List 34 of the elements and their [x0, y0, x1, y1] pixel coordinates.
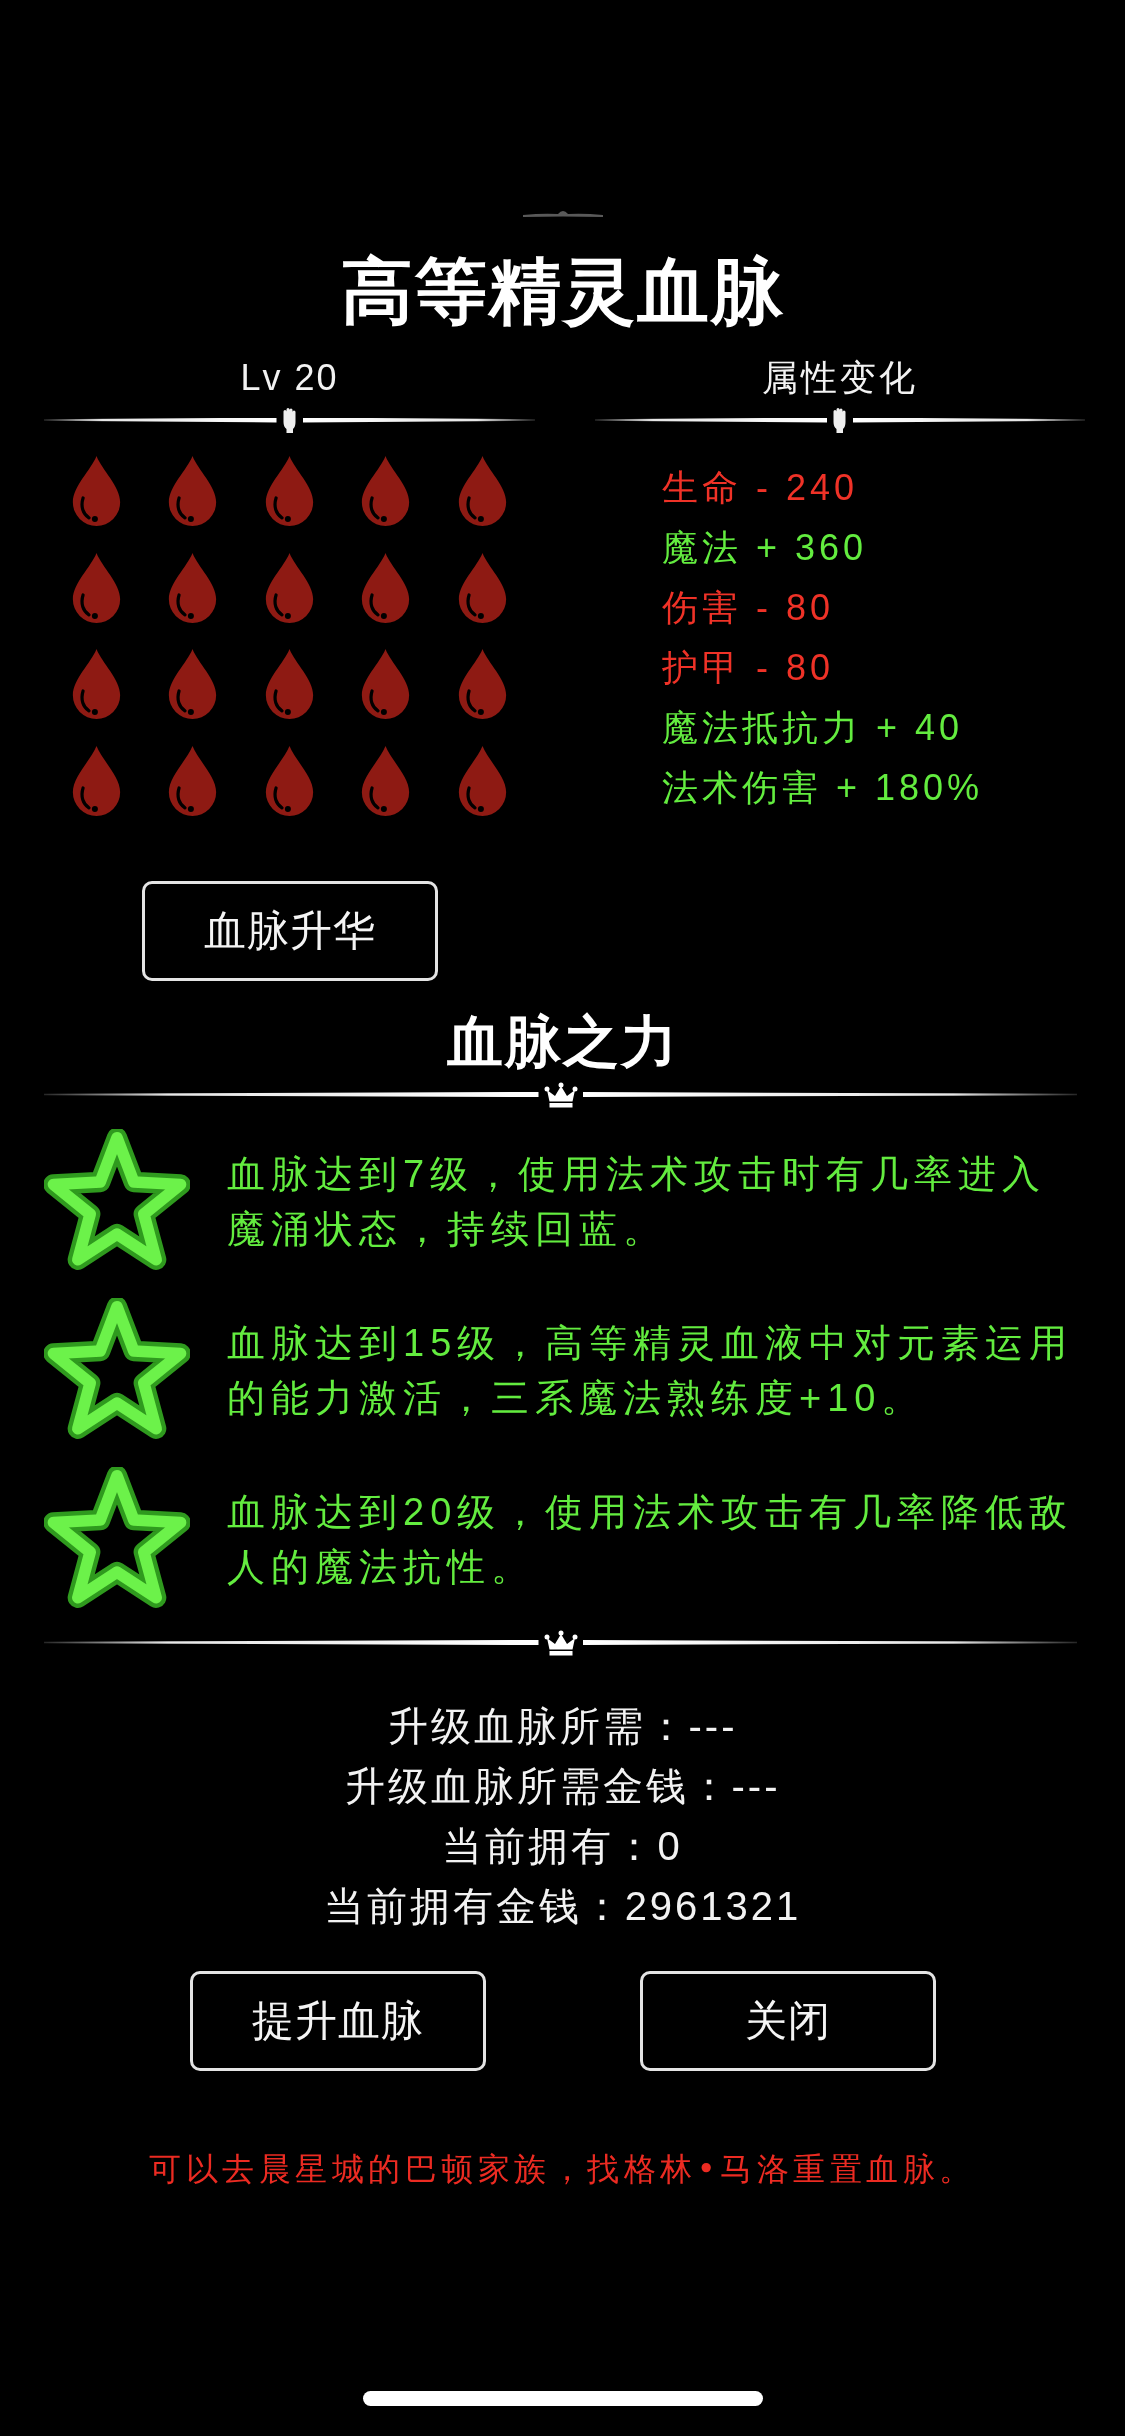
- upgrade-button[interactable]: 提升血脉: [189, 1970, 486, 2071]
- crown-icon: [543, 1081, 578, 1108]
- attributes-heading: 属性变化: [762, 356, 918, 400]
- requirement-line: 当前拥有：0: [442, 1822, 683, 1870]
- hand-icon: [832, 407, 848, 433]
- blood-drop-icon: [166, 551, 219, 624]
- blood-drop-icon: [166, 648, 219, 720]
- hand-icon: [281, 407, 298, 433]
- page-title: 高等精灵血脉: [340, 251, 785, 331]
- hint-text: 可以去晨星城的巴顿家族，找格林•马洛重置血脉。: [149, 2148, 976, 2190]
- blood-drop-icon: [166, 455, 219, 527]
- requirement-line: 升级血脉所需：---: [387, 1702, 738, 1750]
- sublimate-button[interactable]: 血脉升华: [141, 880, 438, 981]
- blood-drop-icon: [359, 648, 412, 720]
- power-description: 血脉达到7级，使用法术攻击时有几率进入魔涌状态，持续回蓝。: [227, 1151, 1048, 1252]
- requirement-line: 当前拥有金钱：2961321: [323, 1882, 802, 1930]
- attribute-change: 魔法抵抗力 + 40: [662, 706, 964, 750]
- close-button[interactable]: 关闭: [639, 1970, 936, 2071]
- power-description: 血脉达到20级，使用法术攻击有几率降低敌人的魔法抗性。: [227, 1489, 1075, 1590]
- attribute-change: 魔法 + 360: [662, 526, 868, 570]
- attribute-change: 法术伤害 + 180%: [662, 766, 984, 810]
- blood-drop-icon: [359, 551, 412, 624]
- attribute-change: 护甲 - 80: [662, 646, 835, 690]
- requirement-line: 升级血脉所需金钱：---: [344, 1762, 781, 1810]
- blood-drop-icon: [166, 744, 219, 817]
- crown-icon: [543, 1629, 578, 1656]
- blood-drop-icon: [359, 455, 412, 527]
- level-label: Lv 20: [240, 356, 339, 400]
- power-description: 血脉达到15级，高等精灵血液中对元素运用的能力激活，三系魔法熟练度+10。: [227, 1320, 1075, 1421]
- attribute-change: 伤害 - 80: [662, 586, 835, 630]
- flourish-icon: [522, 208, 603, 218]
- attribute-change: 生命 - 240: [662, 466, 859, 510]
- section-heading: 血脉之力: [446, 1008, 679, 1073]
- blood-drop-icon: [359, 744, 412, 817]
